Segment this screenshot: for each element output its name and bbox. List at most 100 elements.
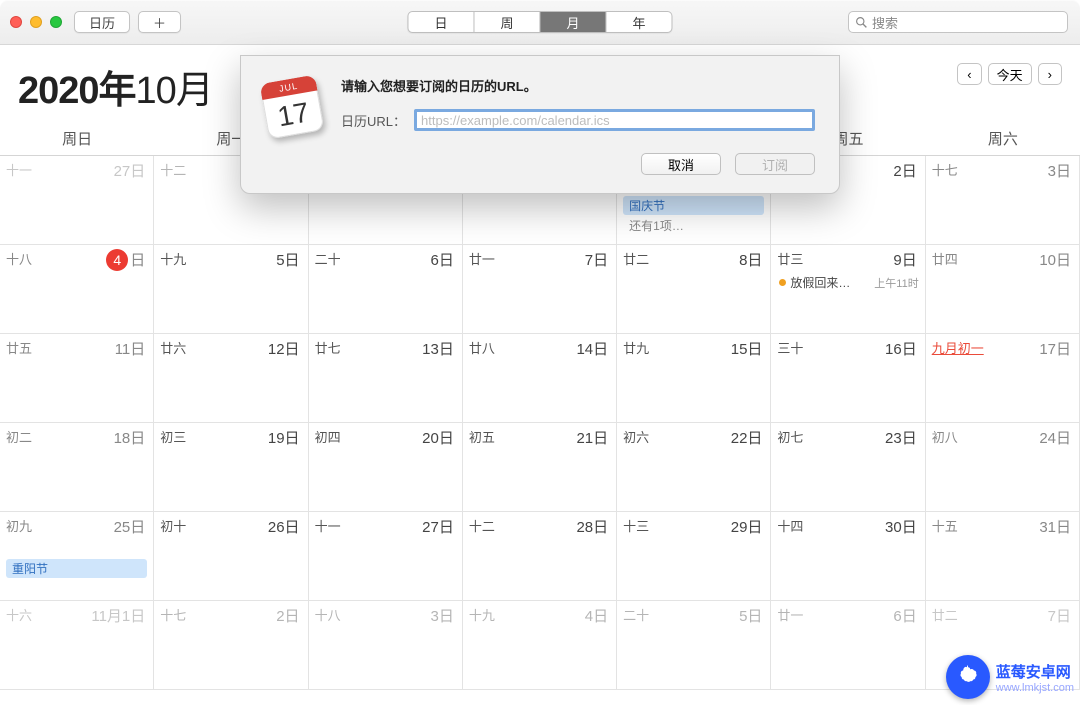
day-number: 8日 <box>739 249 762 270</box>
calendar-cell[interactable]: 廿三9日放假回来…上午11时 <box>771 245 925 334</box>
prev-month-button[interactable]: ‹ <box>957 63 981 85</box>
day-number: 12日 <box>268 338 300 359</box>
calendar-cell[interactable]: 十七3日 <box>926 156 1080 245</box>
calendar-cell[interactable]: 二十5日 <box>617 601 771 690</box>
event-time: 上午11时 <box>870 275 918 291</box>
seg-month[interactable]: 月 <box>540 12 606 32</box>
seg-day[interactable]: 日 <box>408 12 473 32</box>
day-number: 15日 <box>731 338 763 359</box>
calendar-cell[interactable]: 十一27日 <box>309 512 463 601</box>
traffic-lights <box>10 16 62 28</box>
day-number: 11月1日 <box>91 605 145 626</box>
search-input[interactable]: 搜索 <box>848 11 1068 33</box>
calendar-cell[interactable]: 廿九15日 <box>617 334 771 423</box>
calendar-cell[interactable]: 十八4日 <box>0 245 154 334</box>
sheet-title: 请输入您想要订阅的日历的URL。 <box>341 76 815 95</box>
day-number: 24日 <box>1039 427 1071 448</box>
more-events-label[interactable]: 还有1项… <box>623 217 764 234</box>
calendar-cell[interactable]: 十九5日 <box>154 245 308 334</box>
day-number: 25日 <box>114 516 146 537</box>
day-number: 6日 <box>893 605 916 626</box>
watermark: 蓝莓安卓网 www.lmkjst.com <box>946 655 1074 699</box>
calendar-cell[interactable]: 初六22日 <box>617 423 771 512</box>
day-number: 19日 <box>268 427 300 448</box>
calendar-cell[interactable]: 初九25日重阳节 <box>0 512 154 601</box>
day-number: 3日 <box>431 605 454 626</box>
next-month-button[interactable]: › <box>1038 63 1062 85</box>
calendar-cell[interactable]: 初二18日 <box>0 423 154 512</box>
seg-week[interactable]: 周 <box>473 12 539 32</box>
calendar-cell[interactable]: 廿二8日 <box>617 245 771 334</box>
day-number: 10日 <box>1039 249 1071 270</box>
calendar-cell[interactable]: 初五21日 <box>463 423 617 512</box>
watermark-url: www.lmkjst.com <box>996 682 1074 694</box>
seg-year[interactable]: 年 <box>606 12 672 32</box>
calendar-cell[interactable]: 十一27日 <box>0 156 154 245</box>
calendar-cell[interactable]: 十三29日 <box>617 512 771 601</box>
minimize-icon[interactable] <box>30 16 42 28</box>
calendar-cell[interactable]: 十八3日 <box>309 601 463 690</box>
event-holiday[interactable]: 重阳节 <box>6 559 147 578</box>
calendar-cell[interactable]: 廿七13日 <box>309 334 463 423</box>
calendar-cell[interactable]: 十七2日 <box>154 601 308 690</box>
calendar-cell[interactable]: 初十26日 <box>154 512 308 601</box>
day-number: 2日 <box>893 160 916 181</box>
calendar-cell[interactable]: 廿四10日 <box>926 245 1080 334</box>
day-number: 7日 <box>1048 605 1071 626</box>
event-holiday[interactable]: 国庆节 <box>623 196 764 215</box>
day-number: 23日 <box>885 427 917 448</box>
day-number: 9日 <box>893 249 916 270</box>
calendar-cell[interactable]: 廿八14日 <box>463 334 617 423</box>
day-number: 30日 <box>885 516 917 537</box>
month-nav: ‹ 今天 › <box>957 63 1062 85</box>
zoom-icon[interactable] <box>50 16 62 28</box>
day-number: 22日 <box>731 427 763 448</box>
calendar-cell[interactable]: 十二28日 <box>463 512 617 601</box>
day-number: 18日 <box>114 427 146 448</box>
weekday-label: 周日 <box>0 122 154 155</box>
calendar-cell[interactable]: 三十16日 <box>771 334 925 423</box>
calendar-cell[interactable]: 初八24日 <box>926 423 1080 512</box>
view-seg: 日 周 月 年 <box>407 11 672 33</box>
calendar-app-icon: JUL 17 <box>261 76 323 138</box>
event-item[interactable]: 放假回来… 上午11时 <box>777 274 918 291</box>
event-label: 放假回来… <box>790 274 850 291</box>
close-icon[interactable] <box>10 16 22 28</box>
calendar-cell[interactable]: 十九4日 <box>463 601 617 690</box>
day-number: 6日 <box>431 249 454 270</box>
day-number: 2日 <box>276 605 299 626</box>
day-number: 16日 <box>885 338 917 359</box>
calendars-button[interactable]: 日历 <box>74 11 130 33</box>
calendar-cell[interactable]: 廿一7日 <box>463 245 617 334</box>
calendar-cell[interactable]: 廿一6日 <box>771 601 925 690</box>
calendar-cell[interactable]: 十六11月1日 <box>0 601 154 690</box>
calendar-cell[interactable]: 十五31日 <box>926 512 1080 601</box>
day-number: 20日 <box>422 427 454 448</box>
url-label: 日历URL： <box>341 111 406 130</box>
day-number: 17日 <box>1039 338 1071 359</box>
calendar-cell[interactable]: 廿五11日 <box>0 334 154 423</box>
calendar-cell[interactable]: 初七23日 <box>771 423 925 512</box>
calendar-cell[interactable]: 十四30日 <box>771 512 925 601</box>
today-button[interactable]: 今天 <box>988 63 1032 85</box>
weekday-label: 周六 <box>926 122 1080 155</box>
watermark-brand: 蓝莓安卓网 <box>996 661 1074 682</box>
day-number: 14日 <box>576 338 608 359</box>
day-number: 5日 <box>276 249 299 270</box>
calendar-cell[interactable]: 初三19日 <box>154 423 308 512</box>
add-button[interactable]: ＋ <box>138 11 181 33</box>
window-titlebar: 日历 ＋ 日 周 月 年 搜索 <box>0 0 1080 45</box>
calendar-cell[interactable]: 二十6日 <box>309 245 463 334</box>
day-number: 26日 <box>268 516 300 537</box>
day-number: 28日 <box>576 516 608 537</box>
day-number: 29日 <box>731 516 763 537</box>
day-number: 4日 <box>106 249 145 271</box>
calendar-url-input[interactable] <box>414 109 815 131</box>
calendar-cell[interactable]: 廿六12日 <box>154 334 308 423</box>
calendar-cell[interactable]: 九月初一17日 <box>926 334 1080 423</box>
day-number: 7日 <box>585 249 608 270</box>
day-number: 4日 <box>585 605 608 626</box>
calendar-cell[interactable]: 初四20日 <box>309 423 463 512</box>
cancel-button[interactable]: 取消 <box>641 153 721 175</box>
subscribe-button[interactable]: 订阅 <box>735 153 815 175</box>
